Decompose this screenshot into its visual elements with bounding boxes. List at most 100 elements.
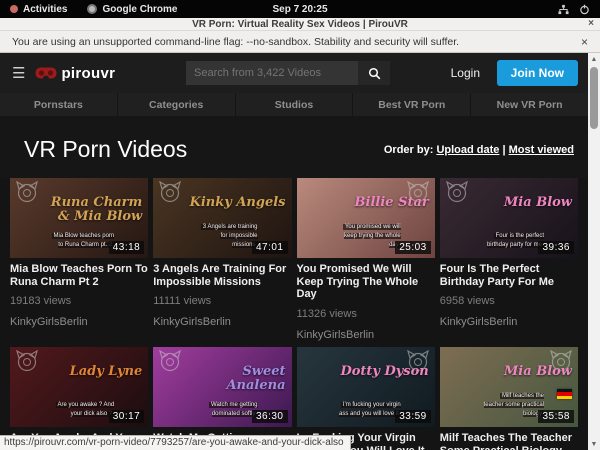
video-thumbnail[interactable]: Dotty Dyson I'm fucking your virgin ass … [297,347,435,427]
vr-goggles-icon [35,67,57,80]
page-head: VR Porn Videos Order by: Upload date | M… [0,116,588,178]
video-views: 6958 views [440,295,578,307]
chrome-taskbar-item[interactable]: Google Chrome [77,0,187,18]
thumbnail-performer-name: Lady Lyne [40,365,142,379]
thumbnail-caption: Mia Blow teaches porn to Runa Charm pt. … [51,232,114,250]
studio-cat-mask-watermark-icon [15,350,39,372]
thumbnail-performer-name: Dotty Dyson [327,365,429,379]
site-logo-text: pirouvr [61,65,115,82]
video-title[interactable]: 3 Angels Are Training For Impossible Mis… [153,263,291,288]
thumbnail-performer-name: Mia Blow [470,196,572,210]
nav-item-categories[interactable]: Categories [117,93,235,116]
power-icon[interactable] [579,4,590,15]
infobar-message: You are using an unsupported command-lin… [12,36,459,48]
activities-button[interactable]: Activities [0,0,77,18]
menu-hamburger-icon[interactable]: ☰ [12,66,25,81]
scrollbar-thumb[interactable] [590,67,598,129]
video-card[interactable]: Kinky Angels 3 Angels are training for i… [153,178,291,341]
video-card[interactable]: Runa Charm & Mia Blow Mia Blow teaches p… [10,178,148,341]
video-title[interactable]: Milf Teaches The Teacher Some Practical … [440,432,578,450]
studio-cat-mask-watermark-icon [158,181,182,203]
video-duration-badge: 30:17 [109,410,145,423]
window-title: VR Porn: Virtual Reality Sex Videos | Pi… [192,19,408,30]
scrollbar-up-arrow-icon[interactable]: ▲ [588,53,600,65]
video-title[interactable]: Mia Blow Teaches Porn To Runa Charm Pt 2 [10,263,148,288]
thumbnail-caption: Milf teaches the teacher some practical … [481,392,544,419]
studio-cat-mask-watermark-icon [445,181,469,203]
video-thumbnail[interactable]: Mia Blow Four is the perfect birthday pa… [440,178,578,258]
search-button[interactable] [358,61,390,85]
infobar-close-icon[interactable]: × [581,35,588,49]
search-input[interactable] [186,61,358,85]
thumbnail-performer-name: Runa Charm & Mia Blow [40,196,142,223]
order-by-label: Order by: [384,144,434,156]
chrome-taskbar-label: Google Chrome [102,4,177,15]
video-grid: Runa Charm & Mia Blow Mia Blow teaches p… [0,178,588,450]
video-views: 11111 views [153,295,291,307]
site-nav: PornstarsCategoriesStudiosBest VR PornNe… [0,93,588,116]
video-thumbnail[interactable]: Mia Blow Milf teaches the teacher some p… [440,347,578,427]
video-thumbnail[interactable]: Billie Star You promised we will keep tr… [297,178,435,258]
window-titlebar: VR Porn: Virtual Reality Sex Videos | Pi… [0,18,600,31]
thumbnail-caption: 3 Angels are training for impossible mis… [195,223,258,250]
thumbnail-performer-name: Sweet Analena [183,365,285,392]
thumbnail-caption: I'm fucking your virgin ass and you will… [338,401,401,419]
german-flag-icon [557,389,572,399]
order-separator: | [502,144,505,156]
video-card[interactable]: Billie Star You promised we will keep tr… [297,178,435,341]
video-studio-link[interactable]: KinkyGirlsBerlin [10,316,148,328]
activities-dot-icon [10,5,18,13]
thumbnail-caption: You promised we will keep trying the who… [338,223,401,250]
video-views: 11326 views [297,308,435,320]
nav-item-pornstars[interactable]: Pornstars [0,93,117,116]
login-link[interactable]: Login [451,66,480,80]
screen: Activities Google Chrome Sep 7 20:25 VR … [0,0,600,450]
chrome-infobar: You are using an unsupported command-lin… [0,31,600,53]
video-duration-badge: 25:03 [395,241,431,254]
nav-item-studios[interactable]: Studios [235,93,353,116]
video-views: 19183 views [10,295,148,307]
order-most-viewed-link[interactable]: Most viewed [509,144,574,156]
video-studio-link[interactable]: KinkyGirlsBerlin [440,316,578,328]
video-thumbnail[interactable]: Runa Charm & Mia Blow Mia Blow teaches p… [10,178,148,258]
order-by: Order by: Upload date | Most viewed [384,144,574,156]
page-title: VR Porn Videos [24,136,187,163]
thumbnail-performer-name: Mia Blow [470,365,572,379]
video-duration-badge: 39:36 [538,241,574,254]
thumbnail-caption: Watch me getting dominated softly [195,401,258,419]
window-close-icon[interactable]: × [588,18,594,29]
video-card[interactable]: Mia Blow Milf teaches the teacher some p… [440,347,578,450]
video-thumbnail[interactable]: Lady Lyne Are you awake ? And your dick … [10,347,148,427]
scrollbar-down-arrow-icon[interactable]: ▼ [588,438,600,450]
order-upload-date-link[interactable]: Upload date [436,144,499,156]
system-top-bar: Activities Google Chrome Sep 7 20:25 [0,0,600,18]
video-thumbnail[interactable]: Kinky Angels 3 Angels are training for i… [153,178,291,258]
video-title[interactable]: You Promised We Will Keep Trying The Who… [297,263,435,301]
nav-item-best-vr-porn[interactable]: Best VR Porn [352,93,470,116]
studio-cat-mask-watermark-icon [158,350,182,372]
studio-cat-mask-watermark-icon [15,181,39,203]
video-duration-badge: 36:30 [252,410,288,423]
video-studio-link[interactable]: KinkyGirlsBerlin [297,329,435,341]
join-now-button[interactable]: Join Now [497,60,578,86]
video-thumbnail[interactable]: Sweet Analena Watch me getting dominated… [153,347,291,427]
chrome-icon [87,4,97,14]
status-url-tooltip: https://pirouvr.com/vr-porn-video/779325… [0,435,351,450]
search-bar [186,61,390,85]
site-logo[interactable]: pirouvr [35,65,115,82]
thumbnail-performer-name: Billie Star [327,196,429,210]
nav-item-new-vr-porn[interactable]: New VR Porn [470,93,588,116]
video-duration-badge: 47:01 [252,241,288,254]
video-card[interactable]: Mia Blow Four is the perfect birthday pa… [440,178,578,341]
vertical-scrollbar[interactable]: ▲ ▼ [588,53,600,450]
thumbnail-caption: Four is the perfect birthday party for m… [481,232,544,250]
network-icon[interactable] [558,4,569,15]
video-duration-badge: 43:18 [109,241,145,254]
video-studio-link[interactable]: KinkyGirlsBerlin [153,316,291,328]
search-icon [368,67,381,80]
thumbnail-caption: Are you awake ? And your dick also ? [51,401,114,419]
video-title[interactable]: Four Is The Perfect Birthday Party For M… [440,263,578,288]
site-header: ☰ pirouvr [0,53,588,93]
browser-viewport: ☰ pirouvr [0,53,600,450]
video-duration-badge: 33:59 [395,410,431,423]
